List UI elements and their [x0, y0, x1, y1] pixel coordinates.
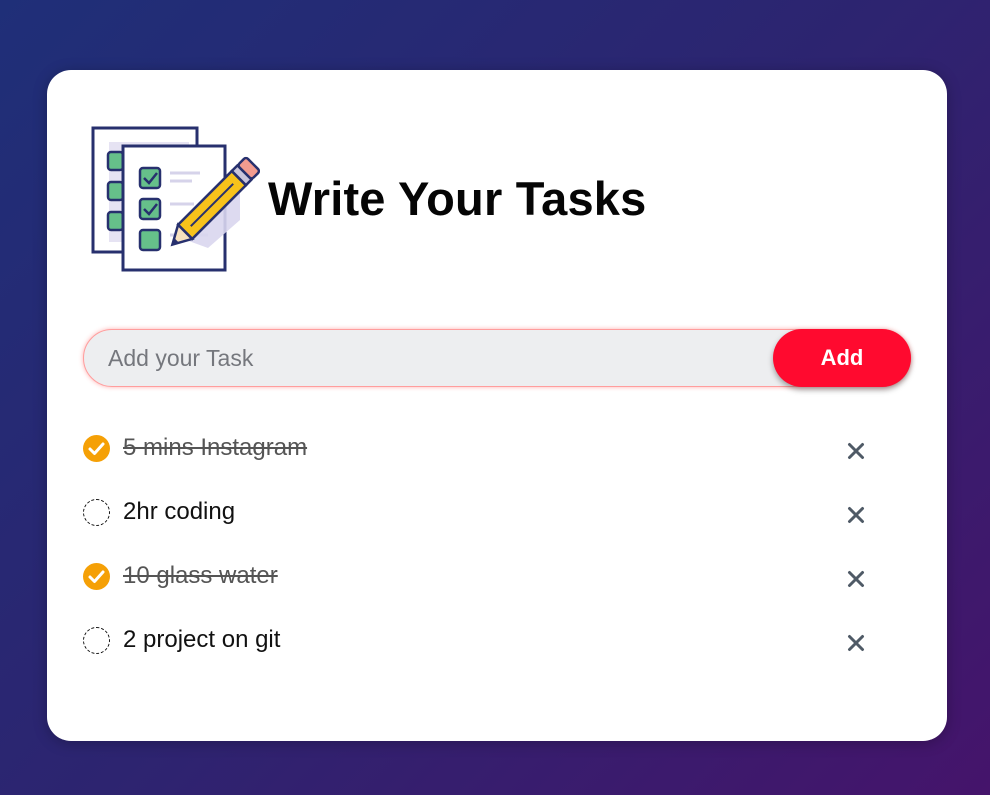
task-item[interactable]: 5 mins Instagram — [83, 418, 883, 482]
task-text: 10 glass water — [123, 562, 278, 589]
close-icon[interactable] — [847, 506, 865, 524]
close-icon[interactable] — [847, 442, 865, 460]
add-task-bar: Add — [83, 329, 911, 387]
header: Write Your Tasks — [90, 120, 646, 275]
task-text: 5 mins Instagram — [123, 434, 308, 461]
add-button[interactable]: Add — [773, 329, 911, 387]
checkmark-circle-icon[interactable] — [83, 563, 110, 590]
task-text: 2 project on git — [123, 626, 281, 653]
task-list: 5 mins Instagram 2hr coding 10 glass wat… — [83, 418, 883, 674]
close-icon[interactable] — [847, 634, 865, 652]
empty-circle-icon[interactable] — [83, 627, 110, 654]
task-item[interactable]: 10 glass water — [83, 546, 883, 610]
page-title: Write Your Tasks — [268, 172, 647, 225]
close-icon[interactable] — [847, 570, 865, 588]
checkmark-circle-icon[interactable] — [83, 435, 110, 462]
task-input[interactable] — [84, 330, 788, 386]
task-checklist-pencil-icon — [91, 126, 260, 272]
empty-circle-icon[interactable] — [83, 499, 110, 526]
task-text: 2hr coding — [123, 498, 236, 525]
todo-card: Write Your Tasks Add 5 mins Instagram 2h… — [47, 70, 947, 741]
task-item[interactable]: 2hr coding — [83, 482, 883, 546]
task-item[interactable]: 2 project on git — [83, 610, 883, 674]
